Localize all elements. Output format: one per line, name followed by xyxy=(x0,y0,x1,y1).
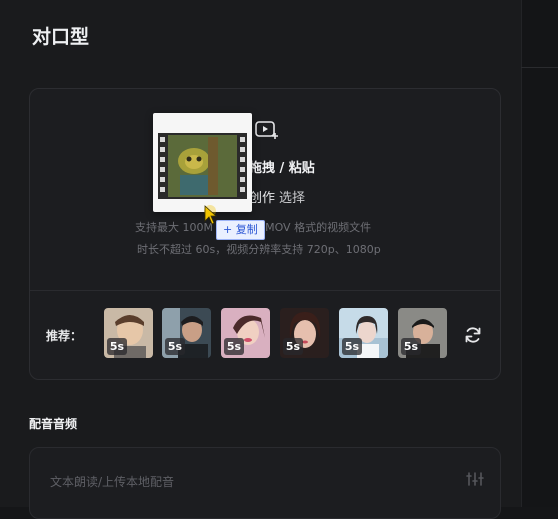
upload-subtext: 创作 选择 xyxy=(249,187,305,206)
copy-drag-tooltip: + 复制 xyxy=(216,220,265,240)
divider xyxy=(30,290,500,291)
video-duration-badge: 5s xyxy=(224,338,244,355)
upload-sub-text: 创作 xyxy=(249,191,276,206)
audio-section-title: 配音音频 xyxy=(29,417,78,431)
recommended-video-3[interactable]: 5s xyxy=(221,308,270,358)
video-duration-badge: 5s xyxy=(107,338,127,355)
video-duration-badge: 5s xyxy=(401,338,421,355)
recommended-video-2[interactable]: 5s xyxy=(162,308,211,358)
recommended-video-4[interactable]: 5s xyxy=(280,308,329,358)
video-add-icon xyxy=(255,121,278,139)
audio-input-box[interactable]: 文本朗读/上传本地配音 xyxy=(29,447,501,519)
panel-title: 对口型 xyxy=(32,26,90,48)
select-file-link[interactable]: 选择 xyxy=(279,191,305,206)
video-duration-badge: 5s xyxy=(165,338,185,355)
recommended-video-6[interactable]: 5s xyxy=(398,308,447,358)
video-duration-badge: 5s xyxy=(342,338,362,355)
dragged-video-thumbnail[interactable] xyxy=(153,113,252,212)
side-panel-edge xyxy=(521,0,558,507)
divider xyxy=(521,67,558,68)
film-strip-icon xyxy=(158,133,247,199)
lip-sync-panel: 对口型 拖拽 / 粘贴 创作选择 支持最大 100M 的 MP4、MOV 格式的… xyxy=(0,0,521,519)
video-duration-badge: 5s xyxy=(283,338,303,355)
recommended-video-1[interactable]: 5s xyxy=(104,308,153,358)
refresh-icon[interactable] xyxy=(463,325,483,345)
equalizer-icon[interactable] xyxy=(466,471,484,487)
audio-placeholder: 文本朗读/上传本地配音 xyxy=(50,475,175,489)
upload-duration-note: 时长不超过 60s，视频分辨率支持 720p、1080p xyxy=(137,243,381,256)
recommended-video-5[interactable]: 5s xyxy=(339,308,388,358)
upload-hint: 拖拽 / 粘贴 xyxy=(249,161,315,176)
recommend-label: 推荐： xyxy=(46,329,83,343)
video-upload-area[interactable]: 拖拽 / 粘贴 创作选择 支持最大 100M 的 MP4、MOV 格式的视频文件… xyxy=(29,88,501,380)
